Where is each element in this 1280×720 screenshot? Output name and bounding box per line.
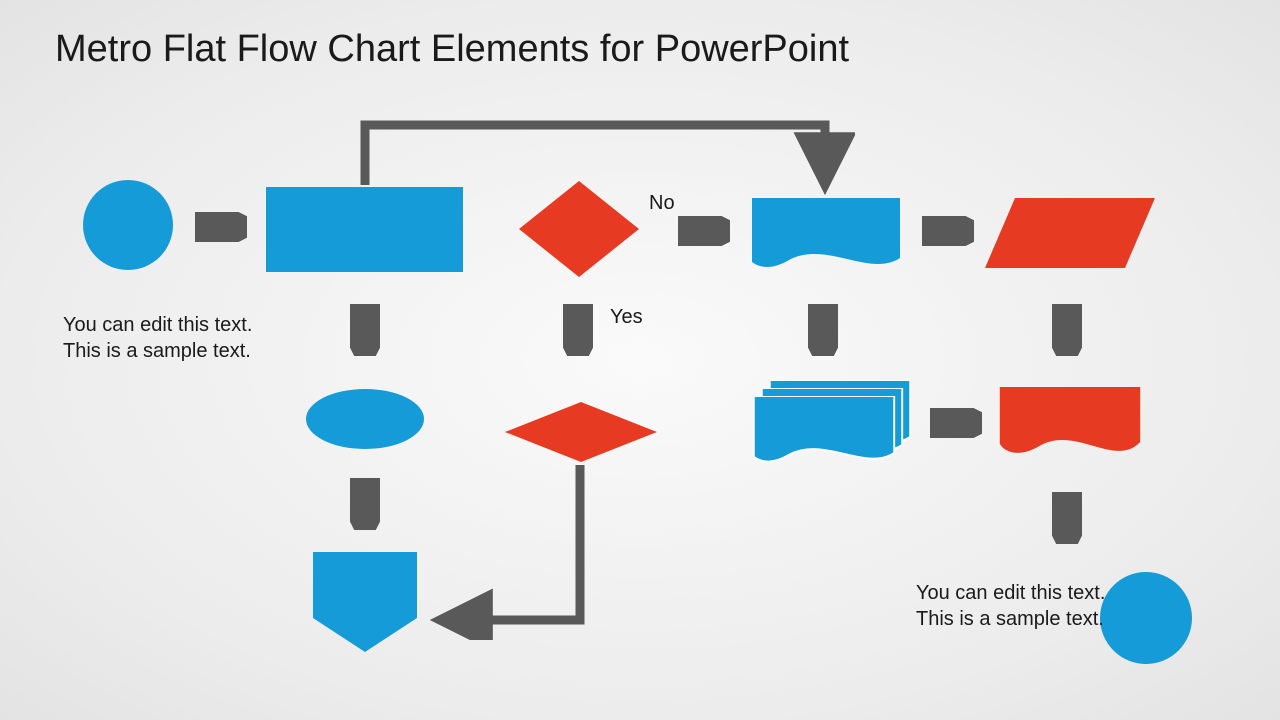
arrow-down-icon xyxy=(350,478,380,530)
multi-document-shape xyxy=(752,380,912,470)
arrow-down-icon xyxy=(808,304,838,356)
connector-top-elbow xyxy=(355,115,855,195)
parallelogram-data-shape xyxy=(985,198,1155,268)
decision-no-label: No xyxy=(649,192,675,215)
flat-decision-diamond xyxy=(505,402,657,462)
process-rectangle xyxy=(266,187,463,272)
left-caption-text: You can edit this text. This is a sample… xyxy=(63,312,283,364)
connector-bottom-elbow xyxy=(430,460,600,640)
right-caption-text: You can edit this text. This is a sample… xyxy=(916,580,1106,632)
arrow-down-icon xyxy=(1052,492,1082,544)
arrow-right-icon xyxy=(195,212,247,242)
arrow-down-icon xyxy=(350,304,380,356)
arrow-right-icon xyxy=(922,216,974,246)
document-shape xyxy=(752,198,900,276)
decision-yes-label: Yes xyxy=(610,306,643,329)
slide-title: Metro Flat Flow Chart Elements for Power… xyxy=(55,28,849,71)
decision-diamond xyxy=(519,181,639,277)
slide: Metro Flat Flow Chart Elements for Power… xyxy=(0,0,1280,720)
arrow-down-icon xyxy=(563,304,593,356)
display-shape xyxy=(996,387,1144,461)
end-terminal-circle xyxy=(1100,572,1192,664)
arrow-down-icon xyxy=(1052,304,1082,356)
arrow-right-icon xyxy=(678,216,730,246)
arrow-right-icon xyxy=(930,408,982,438)
offpage-connector-shape xyxy=(313,552,417,652)
ellipse-shape xyxy=(306,389,424,449)
start-terminal-circle xyxy=(83,180,173,270)
